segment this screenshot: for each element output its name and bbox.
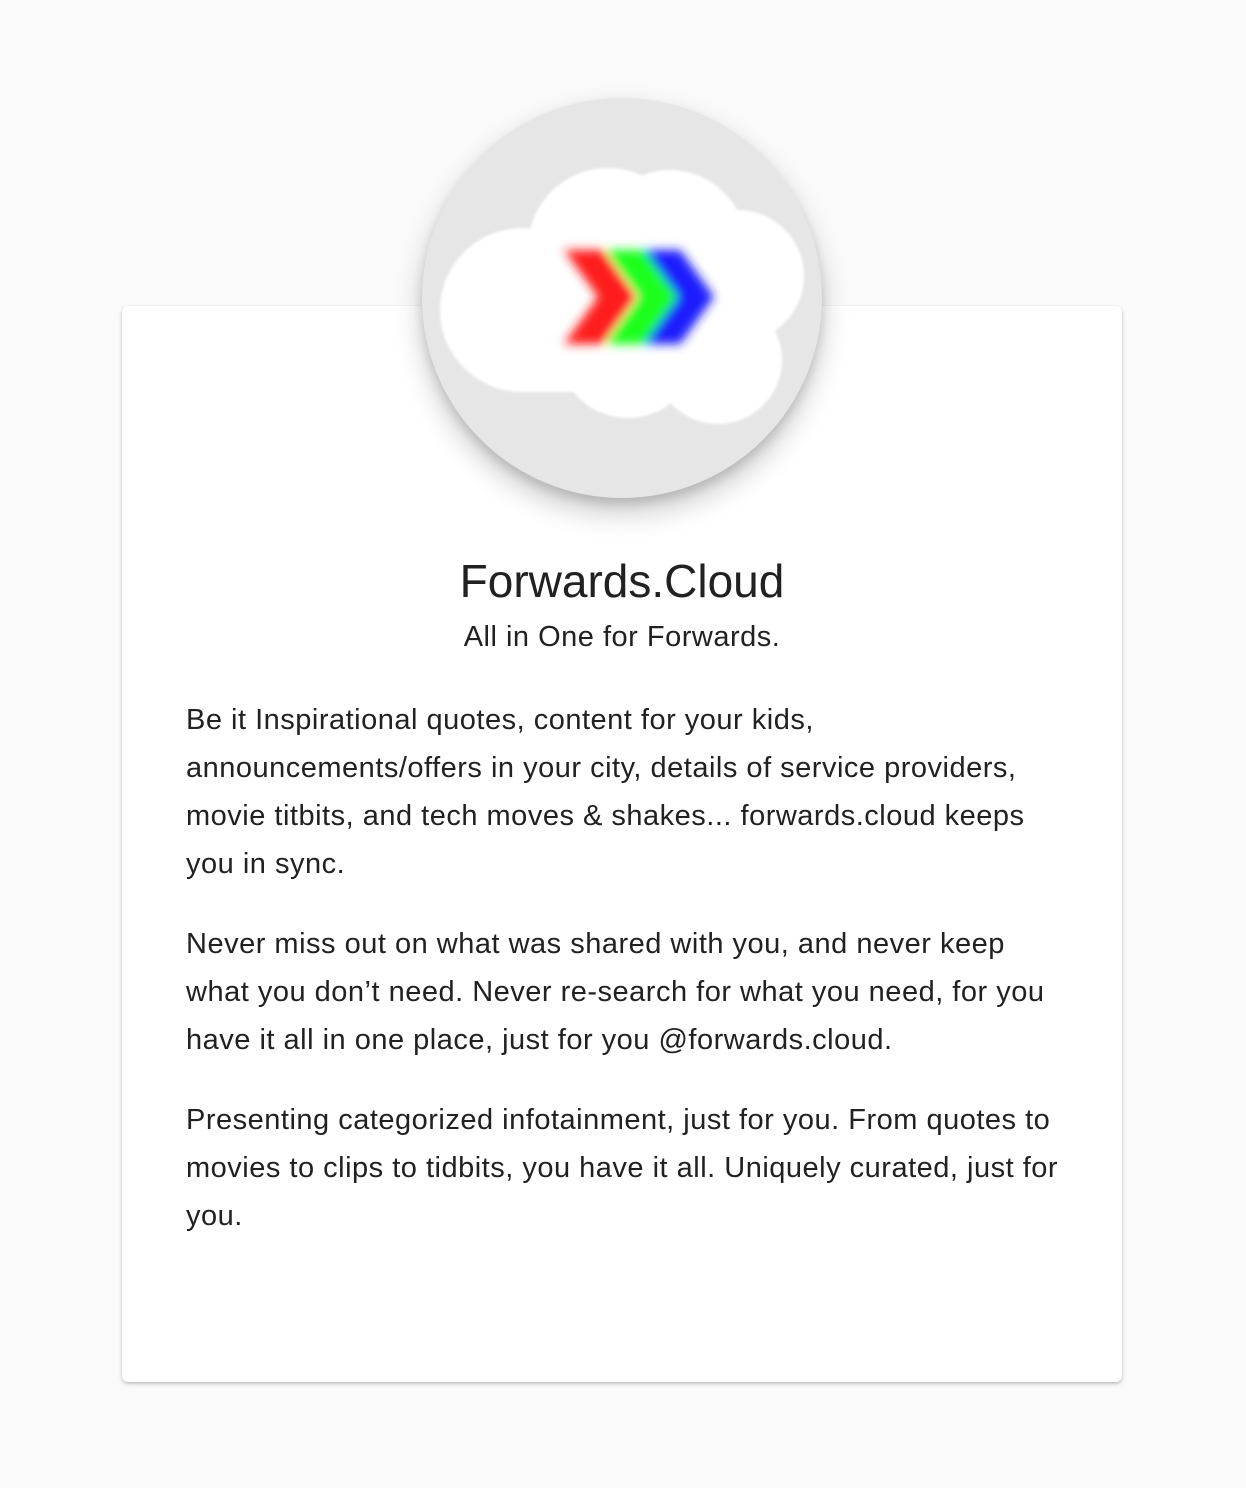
app-title: Forwards.Cloud: [459, 555, 785, 607]
description-paragraph: Be it Inspirational quotes, content for …: [186, 704, 1025, 880]
description-paragraph: Presenting categorized infotainment, jus…: [186, 1104, 1059, 1232]
app-tagline: All in One for Forwards.: [463, 621, 781, 653]
logo-avatar: [422, 98, 822, 498]
description-section: Be it Inspirational quotes, content for …: [186, 696, 1066, 1272]
description-paragraph: Never miss out on what was shared with y…: [186, 928, 1045, 1056]
cloud-forward-arrows-icon: [440, 168, 804, 424]
